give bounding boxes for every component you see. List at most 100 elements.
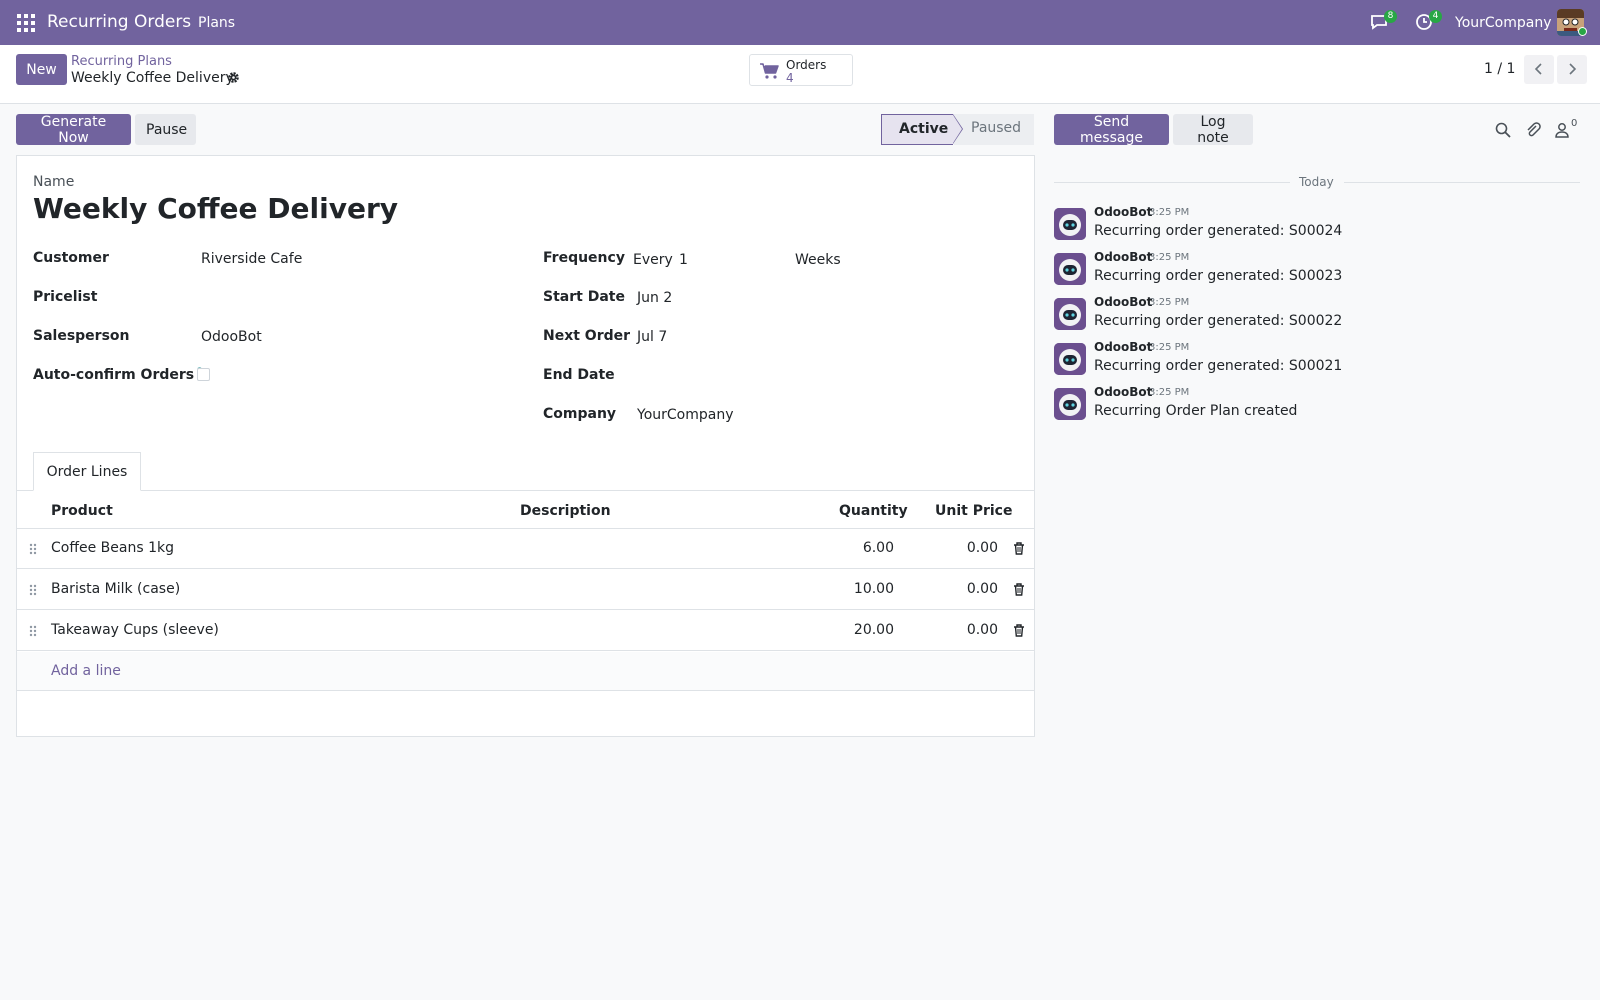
log-note-button[interactable]: Log note — [1173, 114, 1253, 146]
odoobot-avatar[interactable] — [1054, 253, 1086, 285]
chevron-left-icon — [1534, 63, 1542, 75]
row-product[interactable]: Coffee Beans 1kg — [51, 540, 174, 556]
message-body: Recurring order generated: S00024 — [1094, 223, 1343, 239]
message-time: 3:25 PM — [1149, 252, 1190, 263]
trash-icon[interactable] — [1013, 542, 1025, 555]
column-header-description[interactable]: Description — [520, 503, 611, 519]
row-unit-price[interactable]: 0.00 — [967, 622, 998, 638]
odoobot-avatar[interactable] — [1054, 388, 1086, 420]
trash-icon[interactable] — [1013, 624, 1025, 637]
message-author[interactable]: OdooBot — [1094, 205, 1152, 219]
apps-grid-icon[interactable] — [17, 14, 35, 32]
company-field[interactable]: YourCompany — [637, 407, 734, 423]
table-row[interactable]: Takeaway Cups (sleeve) 20.00 0.00 — [17, 611, 1034, 651]
customer-field[interactable]: Riverside Cafe — [201, 251, 302, 267]
end-date-label: End Date — [543, 367, 615, 383]
chatter-message: OdooBot 3:25 PM Recurring order generate… — [1054, 295, 1594, 339]
row-unit-price[interactable]: 0.00 — [967, 581, 998, 597]
gear-icon[interactable] — [227, 71, 240, 84]
date-separator: Today — [1054, 175, 1580, 189]
pager-next-button[interactable] — [1557, 55, 1587, 84]
chatter-message: OdooBot 3:25 PM Recurring order generate… — [1054, 340, 1594, 384]
app-title[interactable]: Recurring Orders — [47, 12, 191, 32]
column-header-quantity[interactable]: Quantity — [839, 503, 908, 519]
salesperson-field[interactable]: OdooBot — [201, 329, 262, 345]
stage-active[interactable]: Active — [881, 114, 953, 145]
odoobot-avatar[interactable] — [1054, 298, 1086, 330]
pricelist-label: Pricelist — [33, 289, 98, 305]
message-body: Recurring Order Plan created — [1094, 403, 1298, 419]
search-icon[interactable] — [1494, 121, 1512, 139]
tab-order-lines[interactable]: Order Lines — [33, 452, 141, 491]
column-header-product[interactable]: Product — [51, 503, 113, 519]
message-author[interactable]: OdooBot — [1094, 250, 1152, 264]
drag-handle-icon[interactable] — [29, 584, 37, 596]
add-line-row: Add a line — [17, 652, 1034, 691]
odoobot-avatar[interactable] — [1054, 343, 1086, 375]
start-date-label: Start Date — [543, 289, 625, 305]
pager-value[interactable]: 1 / 1 — [1484, 61, 1515, 77]
message-time: 3:25 PM — [1149, 297, 1190, 308]
chatter-message: OdooBot 3:25 PM Recurring order generate… — [1054, 250, 1594, 294]
message-author[interactable]: OdooBot — [1094, 340, 1152, 354]
row-product[interactable]: Barista Milk (case) — [51, 581, 180, 597]
orders-label: Orders — [786, 58, 827, 72]
chatter-message: OdooBot 3:25 PM Recurring Order Plan cre… — [1054, 385, 1594, 429]
trash-icon[interactable] — [1013, 583, 1025, 596]
row-unit-price[interactable]: 0.00 — [967, 540, 998, 556]
add-line-link[interactable]: Add a line — [51, 663, 121, 679]
company-label: Company — [543, 406, 617, 422]
pause-button[interactable]: Pause — [135, 114, 196, 145]
new-button[interactable]: New — [16, 54, 67, 85]
frequency-interval-input[interactable]: 1 — [679, 252, 688, 268]
menu-plans[interactable]: Plans — [198, 15, 235, 31]
paperclip-icon[interactable] — [1524, 121, 1542, 139]
company-switcher[interactable]: YourCompany — [1455, 15, 1552, 31]
orders-smart-button[interactable]: Orders 4 — [749, 54, 853, 86]
name-label: Name — [33, 174, 75, 190]
column-header-unit-price[interactable]: Unit Price — [935, 503, 1012, 519]
next-order-field[interactable]: Jul 7 — [637, 329, 667, 345]
tab-divider — [17, 490, 1034, 491]
stage-paused[interactable]: Paused — [954, 114, 1034, 145]
frequency-every-text: Every — [633, 252, 673, 268]
breadcrumb-parent[interactable]: Recurring Plans — [71, 54, 172, 69]
control-panel: New Recurring Plans Weekly Coffee Delive… — [0, 45, 1600, 104]
row-quantity[interactable]: 10.00 — [854, 581, 894, 597]
message-author[interactable]: OdooBot — [1094, 295, 1152, 309]
customer-label: Customer — [33, 250, 109, 266]
odoobot-avatar[interactable] — [1054, 208, 1086, 240]
chevron-right-icon — [1569, 63, 1577, 75]
send-message-button[interactable]: Send message — [1054, 114, 1169, 146]
row-product[interactable]: Takeaway Cups (sleeve) — [51, 622, 219, 638]
pricelist-field[interactable] — [201, 289, 501, 307]
pager-previous-button[interactable] — [1524, 55, 1554, 84]
followers-button[interactable]: 0 — [1555, 118, 1583, 139]
activities-badge: 4 — [1429, 10, 1442, 23]
next-order-label: Next Order — [543, 328, 631, 344]
start-date-field[interactable]: Jun 2 — [637, 290, 672, 306]
messages-icon[interactable]: 8 — [1370, 10, 1397, 33]
salesperson-label: Salesperson — [33, 328, 130, 344]
table-row[interactable]: Barista Milk (case) 10.00 0.00 — [17, 570, 1034, 610]
row-quantity[interactable]: 6.00 — [863, 540, 894, 556]
autoconfirm-checkbox[interactable] — [197, 368, 210, 381]
presence-indicator — [1578, 27, 1587, 36]
frequency-unit-select[interactable]: Weeks — [795, 252, 841, 268]
table-row[interactable]: Coffee Beans 1kg 6.00 0.00 — [17, 529, 1034, 569]
activities-clock-icon[interactable]: 4 — [1415, 10, 1442, 33]
message-time: 3:25 PM — [1149, 342, 1190, 353]
drag-handle-icon[interactable] — [29, 543, 37, 555]
orders-count: 4 — [786, 71, 794, 85]
plan-name-field[interactable]: Weekly Coffee Delivery — [33, 192, 398, 225]
row-quantity[interactable]: 20.00 — [854, 622, 894, 638]
message-time: 3:25 PM — [1149, 207, 1190, 218]
followers-count: 0 — [1571, 118, 1578, 129]
drag-handle-icon[interactable] — [29, 625, 37, 637]
messages-badge: 8 — [1384, 10, 1397, 23]
message-author[interactable]: OdooBot — [1094, 385, 1152, 399]
end-date-field[interactable] — [637, 367, 937, 385]
frequency-label: Frequency — [543, 250, 625, 266]
message-body: Recurring order generated: S00023 — [1094, 268, 1343, 284]
generate-now-button[interactable]: Generate Now — [16, 114, 131, 146]
